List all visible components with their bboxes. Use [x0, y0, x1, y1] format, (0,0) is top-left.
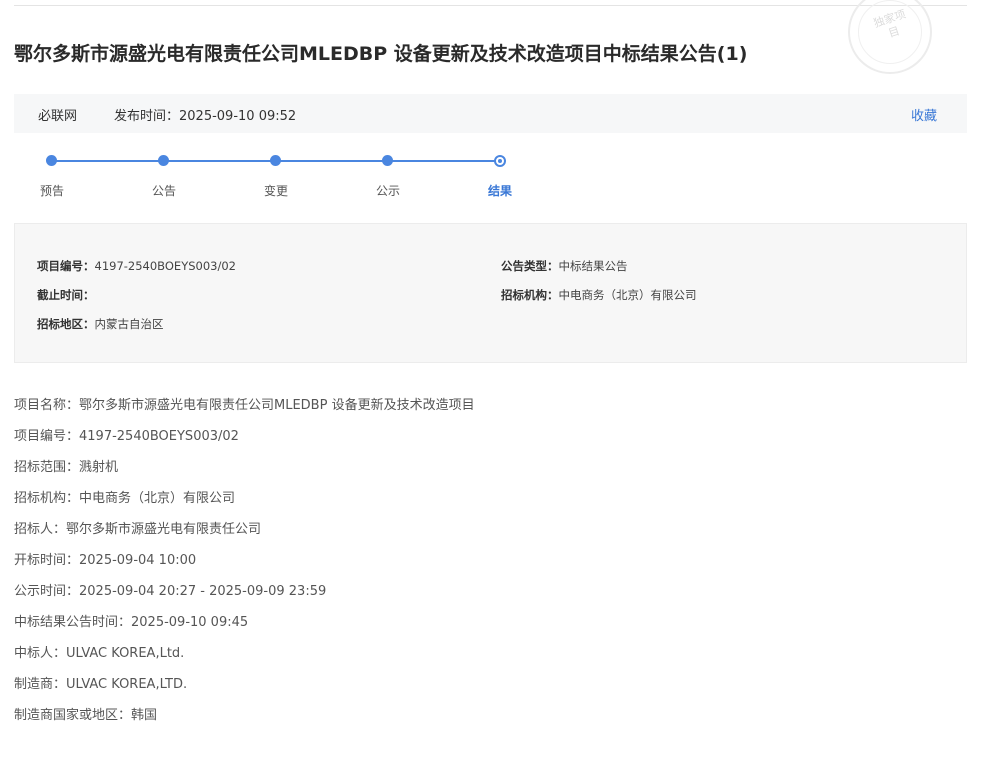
- detail-tenderer: 招标人：鄂尔多斯市源盛光电有限责任公司: [14, 522, 262, 537]
- info-value: 4197-2540BOEYS003/02: [94, 259, 236, 273]
- info-notice-type: 公告类型：中标结果公告: [501, 258, 628, 274]
- detail-publicity-time: 公示时间：2025-09-04 20:27 - 2025-09-09 23:59: [14, 584, 327, 599]
- detail-bid-open-time: 开标时间：2025-09-04 10:00: [14, 553, 197, 568]
- source-site: 必联网: [38, 109, 78, 124]
- page-title: 鄂尔多斯市源盛光电有限责任公司MLEDBP 设备更新及技术改造项目中标结果公告(…: [14, 43, 748, 65]
- step-dot-notice: [158, 155, 169, 166]
- publish-time: 发布时间：2025-09-10 09:52: [114, 105, 296, 124]
- step-label-preview[interactable]: 预告: [32, 182, 72, 199]
- publish-time-label: 发布时间：: [114, 109, 180, 124]
- step-label-result[interactable]: 结果: [480, 182, 520, 199]
- step-dot-preview: [46, 155, 57, 166]
- info-project-no: 项目编号：4197-2540BOEYS003/02: [37, 258, 236, 274]
- info-label: 公告类型：: [501, 259, 559, 273]
- detail-manufacturer: 制造商：ULVAC KOREA,LTD.: [14, 677, 188, 692]
- step-dot-publicity: [382, 155, 393, 166]
- exclusive-project-seal: 独家项目: [848, 0, 934, 80]
- info-box: 项目编号：4197-2540BOEYS003/02 公告类型：中标结果公告 截止…: [14, 223, 967, 363]
- info-label: 招标机构：: [501, 288, 559, 302]
- info-label: 截止时间：: [37, 288, 95, 302]
- step-label-change[interactable]: 变更: [256, 182, 296, 199]
- info-region: 招标地区：内蒙古自治区: [37, 316, 164, 332]
- detail-scope: 招标范围：溅射机: [14, 460, 119, 475]
- detail-agency: 招标机构：中电商务（北京）有限公司: [14, 491, 236, 506]
- publish-time-value: 2025-09-10 09:52: [179, 109, 297, 124]
- step-dot-change: [270, 155, 281, 166]
- detail-project-name: 项目名称：鄂尔多斯市源盛光电有限责任公司MLEDBP 设备更新及技术改造项目: [14, 398, 475, 413]
- detail-result-time: 中标结果公告时间：2025-09-10 09:45: [14, 615, 249, 630]
- meta-bar: 必联网 发布时间：2025-09-10 09:52 收藏: [14, 94, 967, 133]
- step-label-notice[interactable]: 公告: [144, 182, 184, 199]
- detail-country: 制造商国家或地区：韩国: [14, 708, 158, 723]
- step-dot-result: [494, 155, 506, 167]
- detail-winner: 中标人：ULVAC KOREA,Ltd.: [14, 646, 185, 661]
- info-label: 招标地区：: [37, 317, 95, 331]
- info-value: 中标结果公告: [558, 259, 628, 273]
- info-agency: 招标机构：中电商务（北京）有限公司: [501, 287, 697, 303]
- step-label-publicity[interactable]: 公示: [368, 182, 408, 199]
- detail-project-no: 项目编号：4197-2540BOEYS003/02: [14, 429, 239, 444]
- detail-list: 项目名称：鄂尔多斯市源盛光电有限责任公司MLEDBP 设备更新及技术改造项目 项…: [14, 395, 914, 736]
- info-deadline: 截止时间：: [37, 287, 95, 303]
- info-value: 内蒙古自治区: [94, 317, 164, 331]
- progress-steps: 预告 公告 变更 公示 结果: [0, 150, 600, 200]
- favorite-link[interactable]: 收藏: [911, 105, 937, 124]
- info-label: 项目编号：: [37, 259, 95, 273]
- info-value: 中电商务（北京）有限公司: [558, 288, 697, 302]
- top-divider: [14, 5, 967, 6]
